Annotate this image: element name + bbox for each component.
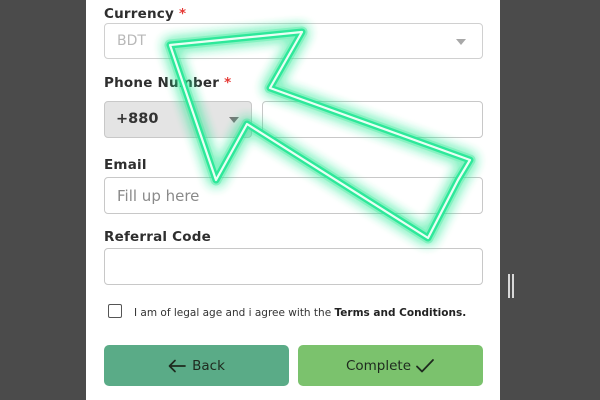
- registration-form: Currency * BDT Phone Number * +880 Email F…: [86, 0, 500, 400]
- phone-label: Phone Number *: [104, 75, 232, 91]
- referral-label: Referral Code: [104, 229, 211, 245]
- agreement-text: I am of legal age and i agree with the T…: [134, 307, 467, 319]
- referral-code-input[interactable]: [104, 248, 483, 285]
- country-code-value: +880: [116, 111, 159, 127]
- currency-label: Currency *: [104, 6, 187, 22]
- email-field[interactable]: Fill up here: [104, 177, 483, 214]
- email-label: Email: [104, 157, 147, 173]
- currency-select[interactable]: BDT: [104, 23, 483, 59]
- complete-button[interactable]: Complete: [298, 345, 483, 386]
- back-button[interactable]: Back: [104, 345, 289, 386]
- country-code-select[interactable]: +880: [104, 101, 252, 138]
- complete-label: Complete: [345, 357, 412, 374]
- back-label: Back: [192, 357, 225, 374]
- email-placeholder: Fill up here: [117, 187, 200, 205]
- phone-input[interactable]: [262, 101, 483, 138]
- resize-handle[interactable]: [508, 274, 514, 298]
- arrow-left-icon: [168, 359, 186, 372]
- required-mark: *: [179, 6, 187, 22]
- agree-checkbox[interactable]: [108, 304, 122, 318]
- currency-value: BDT: [117, 33, 146, 49]
- chevron-down-icon: [456, 39, 466, 45]
- required-mark: *: [224, 75, 232, 91]
- checkmark-icon: [416, 358, 434, 372]
- chevron-down-icon: [229, 117, 239, 123]
- terms-link[interactable]: Terms and Conditions.: [335, 307, 467, 319]
